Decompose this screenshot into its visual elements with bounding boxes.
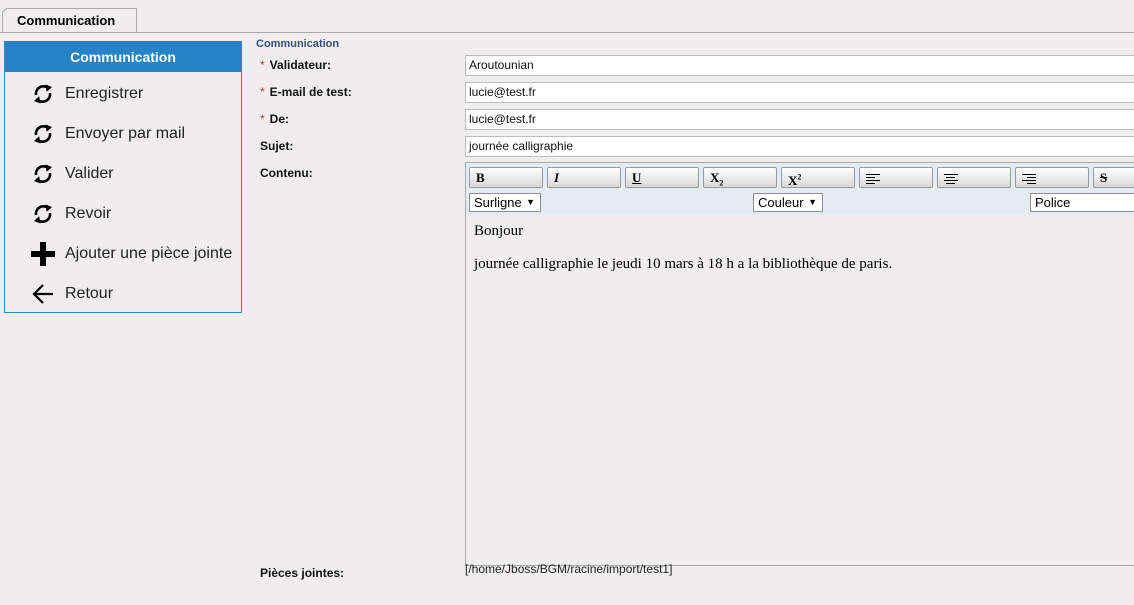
attachments-label: Pièces jointes: bbox=[260, 566, 345, 580]
from-label-text: De: bbox=[269, 112, 290, 126]
superscript-x: X bbox=[788, 173, 798, 189]
chevron-down-icon: ▼ bbox=[526, 197, 535, 207]
italic-button[interactable]: I bbox=[547, 167, 621, 188]
highlight-select[interactable]: Surligne ▼ bbox=[469, 193, 541, 212]
tab-communication[interactable]: Communication bbox=[2, 8, 137, 32]
email-test-label: * E-mail de test: bbox=[260, 85, 352, 99]
strikethrough-icon: S bbox=[1100, 170, 1108, 185]
editor-toolbar: B I U X2 X2 S Surligne ▼ Couleur ▼ Polic… bbox=[466, 163, 1134, 215]
color-select[interactable]: Couleur ▼ bbox=[753, 193, 823, 212]
rich-text-editor: B I U X2 X2 S Surligne ▼ Couleur ▼ Polic… bbox=[465, 162, 1134, 566]
plus-icon bbox=[31, 242, 55, 266]
subject-label: Sujet: bbox=[260, 139, 294, 153]
from-label: * De: bbox=[260, 112, 289, 126]
subscript-2: 2 bbox=[719, 178, 724, 188]
validateur-label: * Validateur: bbox=[260, 58, 331, 72]
form-section-title: Communication bbox=[256, 38, 340, 50]
underline-icon: U bbox=[632, 170, 642, 185]
tab-divider bbox=[0, 32, 1134, 33]
review-button[interactable]: Revoir bbox=[5, 194, 241, 234]
tab-bar: Communication bbox=[0, 0, 1134, 33]
subject-field[interactable]: journée calligraphie bbox=[465, 136, 1134, 157]
superscript-icon: X2 bbox=[788, 173, 801, 188]
back-button[interactable]: Retour bbox=[5, 274, 241, 314]
email-test-label-text: E-mail de test: bbox=[269, 85, 352, 99]
validateur-label-text: Validateur: bbox=[269, 58, 332, 72]
highlight-select-value: Surligne bbox=[474, 195, 522, 210]
subscript-button[interactable]: X2 bbox=[703, 167, 777, 188]
validate-label: Valider bbox=[65, 165, 114, 182]
refresh-icon bbox=[34, 84, 52, 104]
color-select-value: Couleur bbox=[758, 195, 804, 210]
back-label: Retour bbox=[65, 285, 114, 302]
align-center-button[interactable] bbox=[937, 167, 1011, 188]
from-field[interactable]: lucie@test.fr bbox=[465, 109, 1134, 130]
action-panel-title: Communication bbox=[5, 42, 241, 72]
bold-button[interactable]: B bbox=[469, 167, 543, 188]
align-left-button[interactable] bbox=[859, 167, 933, 188]
refresh-icon bbox=[34, 124, 52, 144]
add-attachment-button[interactable]: Ajouter une pièce jointe bbox=[5, 234, 241, 274]
font-select[interactable]: Police bbox=[1030, 193, 1134, 212]
refresh-icon bbox=[34, 164, 52, 184]
content-line: Bonjour bbox=[474, 223, 524, 239]
font-select-value: Police bbox=[1035, 195, 1071, 210]
underline-button[interactable]: U bbox=[625, 167, 699, 188]
align-right-button[interactable] bbox=[1015, 167, 1089, 188]
review-label: Revoir bbox=[65, 205, 112, 222]
required-mark: * bbox=[260, 85, 265, 99]
required-mark: * bbox=[260, 58, 265, 72]
email-test-field[interactable]: lucie@test.fr bbox=[465, 82, 1134, 103]
align-right-icon bbox=[1022, 172, 1036, 186]
arrow-left-icon bbox=[32, 284, 53, 304]
editor-content[interactable]: Bonjour journée calligraphie le jeudi 10… bbox=[466, 215, 1134, 565]
send-mail-label: Envoyer par mail bbox=[65, 125, 186, 142]
validateur-field[interactable]: Aroutounian bbox=[465, 55, 1134, 76]
content-line: journée calligraphie le jeudi 10 mars à … bbox=[474, 256, 893, 272]
required-mark: * bbox=[260, 112, 265, 126]
chevron-down-icon: ▼ bbox=[808, 197, 817, 207]
bold-icon: B bbox=[476, 170, 485, 185]
align-center-icon bbox=[944, 172, 958, 186]
attachment-path[interactable]: [/home/Jboss/BGM/racine/import/test1] bbox=[465, 562, 672, 576]
content-label: Contenu: bbox=[260, 166, 313, 180]
superscript-button[interactable]: X2 bbox=[781, 167, 855, 188]
superscript-2: 2 bbox=[797, 173, 802, 182]
save-button[interactable]: Enregistrer bbox=[5, 74, 241, 114]
save-label: Enregistrer bbox=[65, 85, 144, 102]
action-panel: Communication Enregistrer Envoyer par ma… bbox=[4, 41, 242, 313]
add-attachment-label: Ajouter une pièce jointe bbox=[65, 245, 233, 262]
strikethrough-button[interactable]: S bbox=[1093, 167, 1134, 188]
subscript-x: X bbox=[710, 170, 720, 185]
validate-button[interactable]: Valider bbox=[5, 154, 241, 194]
align-left-icon bbox=[866, 172, 880, 186]
send-mail-button[interactable]: Envoyer par mail bbox=[5, 114, 241, 154]
refresh-icon bbox=[34, 204, 52, 224]
italic-icon: I bbox=[554, 170, 560, 185]
subscript-icon: X2 bbox=[710, 170, 724, 188]
